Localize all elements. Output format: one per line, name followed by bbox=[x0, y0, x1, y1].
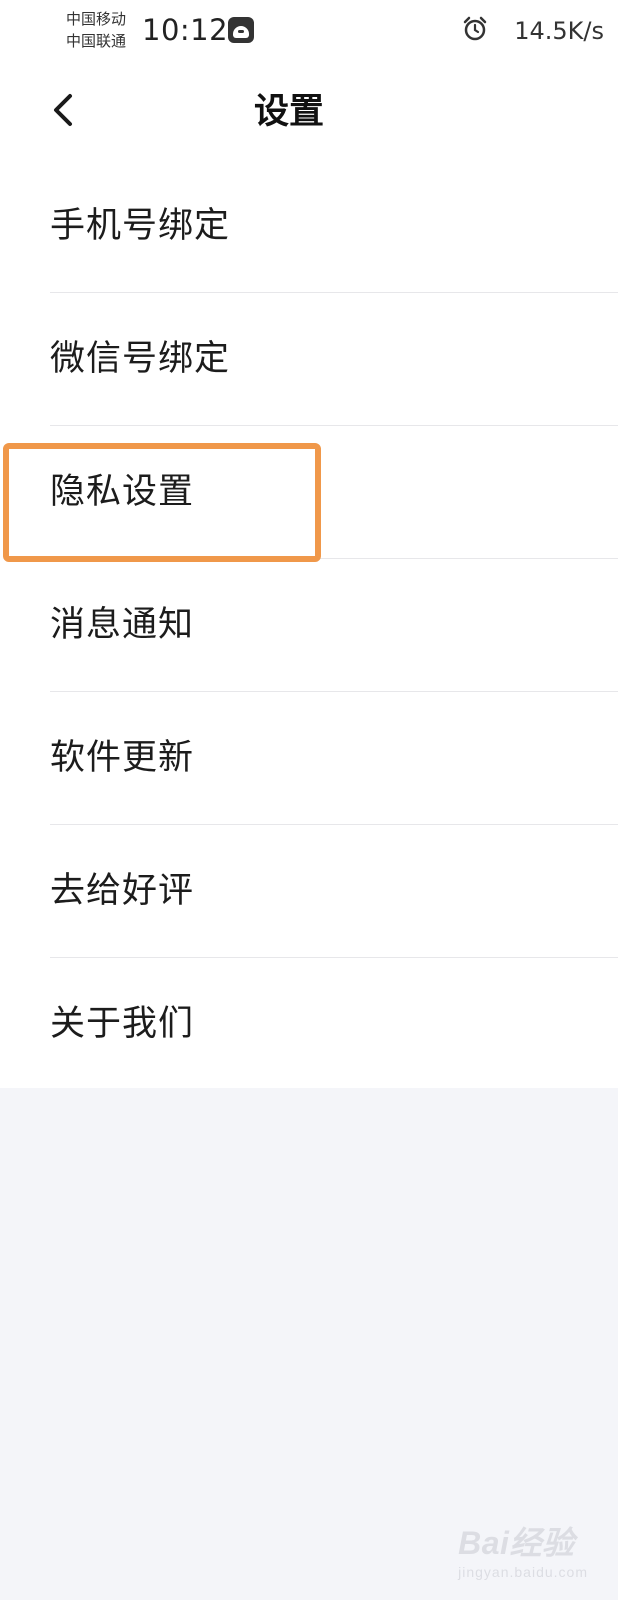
menu-item-software-update[interactable]: 软件更新 bbox=[0, 692, 618, 825]
alarm-clock-icon bbox=[463, 16, 487, 41]
carrier-2: 中国联通 bbox=[66, 32, 127, 50]
app-notification-icon bbox=[228, 17, 254, 43]
status-time: 10:12 bbox=[142, 13, 229, 47]
menu-item-rate-app[interactable]: 去给好评 bbox=[0, 825, 618, 958]
watermark-logo: Bai经验 bbox=[458, 1525, 575, 1561]
menu-item-wechat-binding[interactable]: 微信号绑定 bbox=[0, 293, 618, 426]
status-bar: 中国移动 中国联通 10:12 14.5K/s bbox=[0, 0, 618, 66]
network-speed: 14.5K/s bbox=[514, 17, 604, 45]
settings-screen: 中国移动 中国联通 10:12 14.5K/s 设置 手机号绑定 微信号绑定 隐… bbox=[0, 0, 618, 1600]
carrier-info: 中国移动 中国联通 bbox=[66, 8, 126, 52]
page-title: 设置 bbox=[254, 92, 325, 132]
page-header: 设置 bbox=[0, 66, 618, 160]
menu-item-label: 去给好评 bbox=[50, 871, 195, 911]
menu-item-notifications[interactable]: 消息通知 bbox=[0, 559, 618, 692]
menu-item-label: 微信号绑定 bbox=[50, 339, 231, 379]
menu-item-label: 软件更新 bbox=[50, 738, 195, 778]
menu-item-label: 隐私设置 bbox=[50, 472, 195, 512]
menu-item-label: 关于我们 bbox=[50, 1004, 195, 1044]
menu-item-label: 手机号绑定 bbox=[50, 206, 231, 246]
watermark: Bai经验 jingyan.baidu.com bbox=[458, 1518, 588, 1580]
menu-item-privacy-settings[interactable]: 隐私设置 bbox=[0, 426, 618, 559]
menu-item-about-us[interactable]: 关于我们 bbox=[0, 958, 618, 1088]
menu-item-label: 消息通知 bbox=[50, 605, 195, 645]
watermark-url: jingyan.baidu.com bbox=[458, 1564, 588, 1580]
settings-menu: 手机号绑定 微信号绑定 隐私设置 消息通知 软件更新 去给好评 关于我们 bbox=[0, 160, 618, 1088]
carrier-1: 中国移动 bbox=[66, 10, 127, 28]
menu-item-phone-binding[interactable]: 手机号绑定 bbox=[0, 160, 618, 293]
